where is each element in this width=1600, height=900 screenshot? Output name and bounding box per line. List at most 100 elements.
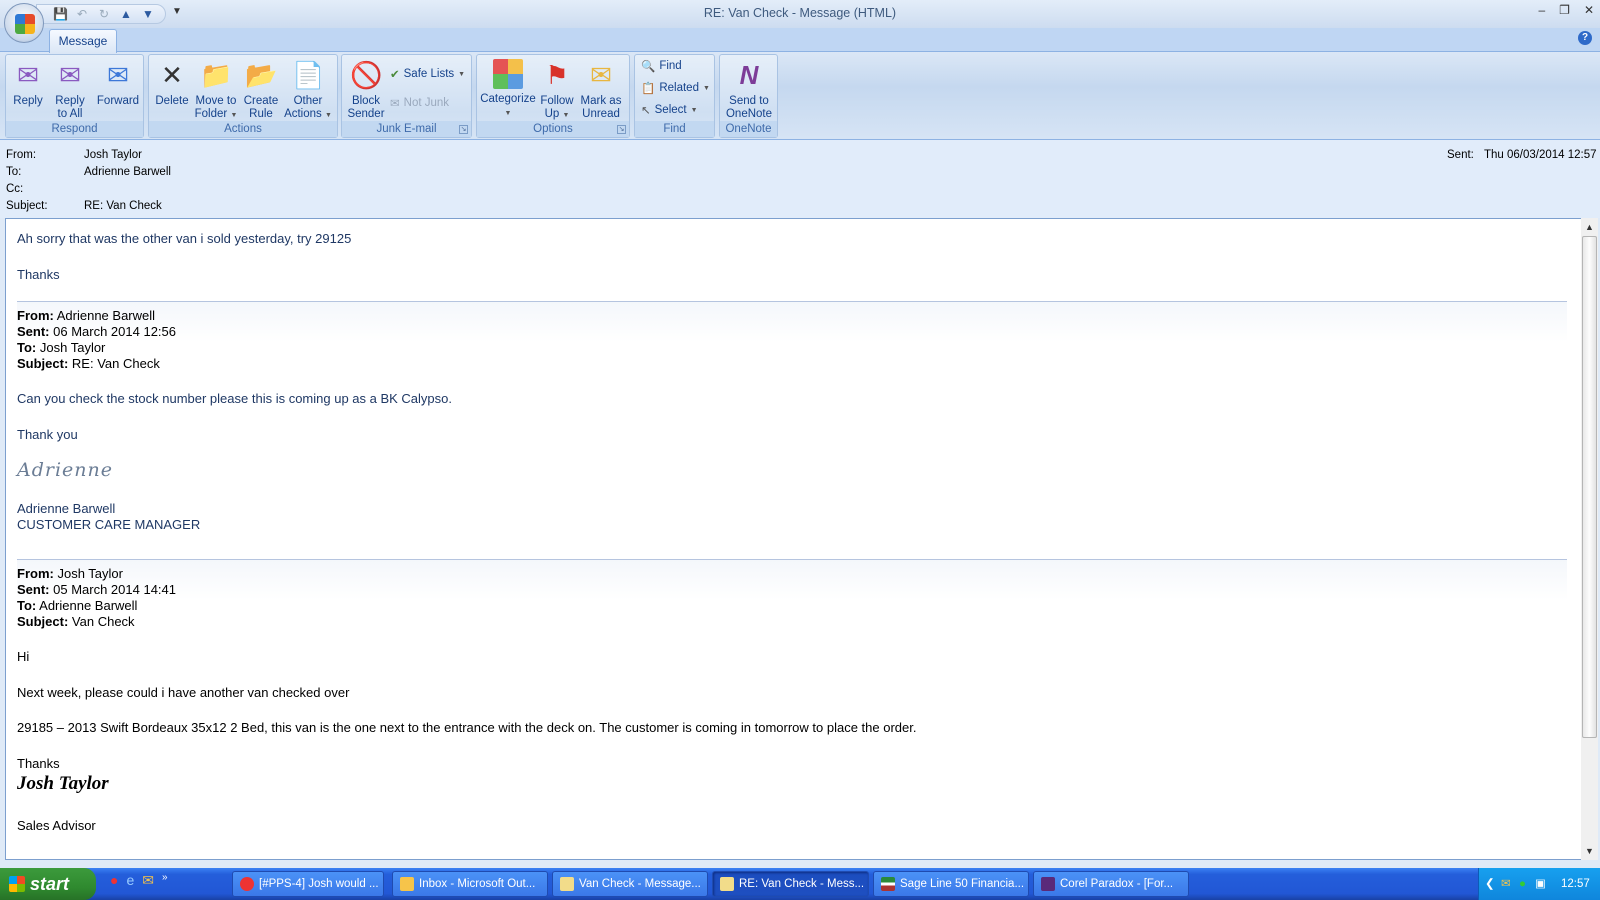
group-find: 🔍 Find 📋 Related ▼ ↖ Select ▼ Find [634, 54, 715, 138]
quoted-to: Adrienne Barwell [39, 597, 138, 613]
reply-button[interactable]: ✉ Reply [10, 57, 46, 108]
clock[interactable]: 12:57 [1561, 868, 1590, 900]
reply-icon: ✉ [17, 60, 39, 90]
onenote-icon: N [739, 60, 759, 90]
dialog-launcher-icon[interactable]: ↘ [617, 125, 626, 134]
scroll-thumb[interactable] [1582, 236, 1597, 738]
taskbar-button[interactable]: Inbox - Microsoft Out... [392, 871, 548, 897]
vertical-scrollbar[interactable]: ▲ ▼ [1581, 218, 1598, 860]
chrome-icon [240, 877, 254, 891]
group-label: OneNote [720, 121, 777, 137]
block-sender-button[interactable]: 🚫 Block Sender [344, 57, 388, 120]
system-tray: ❮ ✉ ● ▣ 12:57 [1478, 868, 1600, 900]
create-rule-button[interactable]: 📂 Create Rule [241, 57, 281, 120]
reply-all-button[interactable]: ✉ Reply to All [50, 57, 90, 120]
forward-icon: ✉ [107, 60, 129, 90]
body-text: Hi [17, 649, 30, 664]
scroll-down-icon[interactable]: ▼ [1581, 846, 1598, 856]
taskbar-button-active[interactable]: RE: Van Check - Mess... [712, 871, 869, 897]
start-button[interactable]: start [0, 868, 96, 900]
more-icon[interactable]: » [162, 872, 168, 889]
outlook-tray-icon[interactable]: ✉ [1501, 868, 1511, 900]
network-icon[interactable]: ▣ [1535, 868, 1546, 900]
to-value[interactable]: Adrienne Barwell [84, 166, 171, 178]
reply-all-icon: ✉ [59, 60, 81, 90]
categorize-icon [493, 59, 523, 89]
quick-access-toolbar: 💾 ↶ ↻ ▲ ▼ [36, 4, 166, 24]
delete-button[interactable]: ✕ Delete [152, 57, 192, 108]
related-icon: 📋 [641, 83, 656, 95]
restore-icon[interactable]: ❐ [1559, 3, 1570, 17]
taskbar-button[interactable]: Van Check - Message... [552, 871, 708, 897]
flag-icon: ⚑ [545, 60, 569, 90]
quoted-sent: 05 March 2014 14:41 [53, 581, 176, 597]
group-label: Junk E-mail [342, 121, 471, 137]
quoted-subject: Van Check [71, 613, 135, 629]
tray-collapse-icon[interactable]: ❮ [1485, 868, 1495, 900]
forward-button[interactable]: ✉ Forward [94, 57, 142, 108]
subject-label: Subject: [6, 200, 48, 212]
paradox-icon [1041, 877, 1055, 891]
taskbar-button[interactable]: Sage Line 50 Financia... [873, 871, 1029, 897]
mail-icon [560, 877, 574, 891]
binoculars-icon: 🔍 [641, 61, 656, 73]
chrome-icon[interactable]: ● [110, 872, 118, 889]
other-actions-button[interactable]: 📄 Other Actions ▼ [283, 57, 333, 122]
body-text: Can you check the stock number please th… [17, 391, 452, 406]
taskbar-button[interactable]: [#PPS-4] Josh would ... [232, 871, 384, 897]
signature-name: Adrienne Barwell [17, 500, 116, 516]
previous-item-icon[interactable]: ▲ [119, 7, 133, 21]
signature-title: CUSTOMER CARE MANAGER [17, 516, 201, 532]
quoted-sent: 06 March 2014 12:56 [53, 323, 176, 339]
next-item-icon[interactable]: ▼ [141, 7, 155, 21]
group-respond: ✉ Reply ✉ Reply to All ✉ Forward Respond [5, 54, 144, 138]
send-to-onenote-button[interactable]: N Send to OneNote [722, 57, 776, 120]
delete-x-icon: ✕ [161, 60, 183, 90]
dialog-launcher-icon[interactable]: ↘ [459, 125, 468, 134]
from-value[interactable]: Josh Taylor [84, 149, 142, 161]
follow-up-button[interactable]: ⚑ Follow Up ▼ [538, 57, 576, 122]
redo-icon[interactable]: ↻ [97, 7, 111, 21]
rule-folder-icon: 📂 [245, 60, 278, 90]
quoted-from: Adrienne Barwell [56, 307, 156, 323]
mark-as-unread-button[interactable]: ✉ Mark as Unread [578, 57, 624, 120]
quoted-subject: RE: Van Check [71, 355, 160, 371]
signature-image: Adrienne [17, 458, 114, 481]
undo-icon[interactable]: ↶ [75, 7, 89, 21]
group-options: Categorize ▼ ⚑ Follow Up ▼ ✉ Mark as Unread O… [476, 54, 630, 138]
close-icon[interactable]: ✕ [1584, 3, 1594, 17]
quoted-header: From: Josh Taylor Sent: 05 March 2014 14… [17, 558, 1567, 630]
customize-qat-icon[interactable]: ▼ [172, 6, 182, 17]
office-button[interactable] [4, 3, 44, 43]
categorize-button[interactable]: Categorize ▼ [480, 57, 536, 120]
not-junk-button[interactable]: ✉ Not Junk [390, 96, 449, 110]
ie-icon[interactable]: e [126, 872, 134, 889]
save-icon[interactable]: 💾 [53, 7, 68, 21]
status-icon[interactable]: ● [1519, 868, 1526, 900]
move-to-folder-button[interactable]: 📁 Move to Folder ▼ [193, 57, 239, 122]
select-button[interactable]: ↖ Select ▼ [641, 103, 698, 117]
scroll-up-icon[interactable]: ▲ [1581, 222, 1598, 232]
group-label: Find [635, 121, 714, 137]
ribbon-tab-row [0, 28, 1600, 52]
safe-lists-button[interactable]: ✔ Safe Lists ▼ [390, 67, 465, 81]
help-icon[interactable]: ? [1578, 31, 1592, 45]
related-button[interactable]: 📋 Related ▼ [641, 81, 710, 95]
windows-logo-icon [9, 876, 25, 892]
subject-value: RE: Van Check [84, 200, 162, 212]
tab-message[interactable]: Message [49, 29, 117, 53]
find-button[interactable]: 🔍 Find [641, 59, 682, 73]
mail-icon [720, 877, 734, 891]
group-onenote: N Send to OneNote OneNote [719, 54, 778, 138]
window-controls: – ❐ ✕ [1538, 3, 1594, 17]
group-label: Respond [6, 121, 143, 137]
safe-lists-icon: ✔ [390, 69, 400, 81]
message-body[interactable]: Ah sorry that was the other van i sold y… [5, 218, 1598, 860]
outlook-icon[interactable]: ✉ [142, 872, 154, 889]
quoted-header: From: Adrienne Barwell Sent: 06 March 20… [17, 300, 1567, 372]
taskbar-button[interactable]: Corel Paradox - [For... [1033, 871, 1189, 897]
sent-label: Sent: [1447, 149, 1474, 161]
minimize-icon[interactable]: – [1538, 3, 1545, 17]
body-text: Thanks [17, 266, 60, 282]
document-list-icon: 📄 [292, 60, 325, 90]
